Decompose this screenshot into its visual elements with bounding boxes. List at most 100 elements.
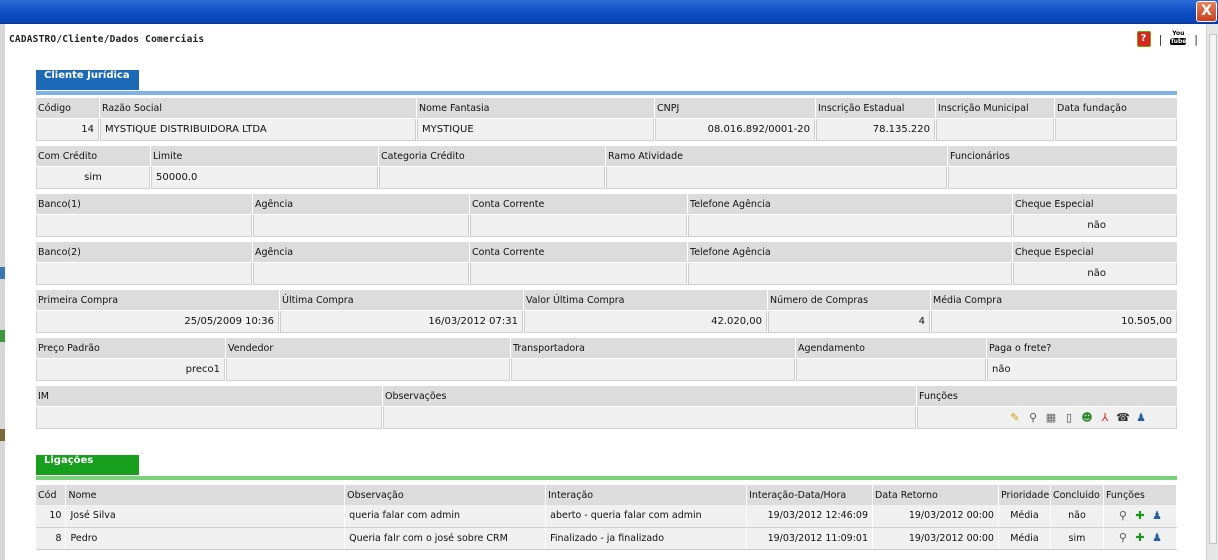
value-ramo-atividade (606, 167, 947, 189)
value-observacoes (383, 407, 916, 429)
value-preco-padrao: preco1 (36, 359, 225, 381)
field-categoria-credito: Categoria Crédito (379, 146, 606, 189)
table-header-row: Cód Nome Observação Interação Interação-… (36, 485, 1178, 505)
label-categoria-credito: Categoria Crédito (379, 146, 605, 167)
field-nome-fantasia: Nome Fantasia MYSTIQUE (417, 98, 655, 141)
scrollbar-thumb[interactable] (1209, 34, 1217, 544)
label-data-fundacao: Data fundação (1055, 98, 1177, 119)
label-agencia-2: Agência (253, 242, 469, 263)
field-row-observacoes: IM Observações Funções ✎ ⚲ ▦ ▯ ☻ ⅄ ☎ ♟ (36, 386, 1177, 429)
field-numero-compras: Número de Compras 4 (768, 290, 931, 333)
label-media-compra: Média Compra (931, 290, 1177, 311)
value-razao-social: MYSTIQUE DISTRIBUIDORA LTDA (100, 119, 416, 141)
magnifier-icon[interactable]: ⚲ (1116, 509, 1130, 523)
label-telefone-agencia-2: Telefone Agência (688, 242, 1012, 263)
field-razao-social: Razão Social MYSTIQUE DISTRIBUIDORA LTDA (100, 98, 417, 141)
separator: | (1158, 32, 1163, 46)
field-media-compra: Média Compra 10.505,00 (931, 290, 1177, 333)
field-preco-padrao: Preço Padrão preco1 (36, 338, 226, 381)
value-banco-1 (36, 215, 252, 237)
label-ramo-atividade: Ramo Atividade (606, 146, 947, 167)
section-title-ligacoes: Ligações (36, 455, 139, 475)
value-paga-frete: não (987, 359, 1177, 381)
section-title-cliente: Cliente Jurídica (36, 70, 139, 90)
cell-funcoes: ⚲ ✚ ♟ (1103, 505, 1178, 528)
cell-observacao: Queria falr com o josé sobre CRM (344, 527, 547, 550)
magnifier-icon[interactable]: ⚲ (1026, 411, 1040, 425)
user-icon[interactable]: ☻ (1080, 411, 1094, 425)
youtube-icon[interactable]: You Tube (1170, 30, 1186, 48)
field-funcionarios: Funcionários (948, 146, 1177, 189)
label-com-credito: Com Crédito (36, 146, 150, 167)
cell-cod: 8 (36, 527, 67, 550)
pencil-icon[interactable]: ✎ (1008, 411, 1022, 425)
label-funcionarios: Funcionários (948, 146, 1177, 167)
label-banco-2: Banco(2) (36, 242, 252, 263)
field-agencia-1: Agência (253, 194, 470, 237)
cell-nome: Pedro (65, 527, 346, 550)
field-valor-ultima-compra: Valor Última Compra 42.020,00 (524, 290, 768, 333)
field-agencia-2: Agência (253, 242, 470, 285)
value-data-fundacao (1055, 119, 1177, 141)
table-row[interactable]: 10 José Silva queria falar com admin abe… (36, 505, 1178, 528)
section-rule (36, 91, 1177, 95)
field-telefone-agencia-1: Telefone Agência (688, 194, 1013, 237)
label-cheque-especial-2: Cheque Especial (1013, 242, 1177, 263)
field-cheque-especial-1: Cheque Especial não (1013, 194, 1177, 237)
field-ramo-atividade: Ramo Atividade (606, 146, 948, 189)
table-row[interactable]: 8 Pedro Queria falr com o josé sobre CRM… (36, 527, 1178, 550)
field-telefone-agencia-2: Telefone Agência (688, 242, 1013, 285)
function-icons: ✎ ⚲ ▦ ▯ ☻ ⅄ ☎ ♟ (917, 407, 1177, 429)
label-telefone-agencia-1: Telefone Agência (688, 194, 1012, 215)
field-paga-frete: Paga o frete? não (987, 338, 1177, 381)
value-limite: 50000.0 (151, 167, 378, 189)
field-cnpj: CNPJ 08.016.892/0001-20 (655, 98, 816, 141)
phone-icon[interactable]: ☎ (1116, 411, 1130, 425)
cell-data-retorno: 19/03/2012 00:00 (872, 527, 999, 550)
field-row-banco-2: Banco(2) Agência Conta Corrente Telefone… (36, 242, 1177, 285)
users-icon[interactable]: ♟ (1150, 509, 1164, 523)
cell-cod: 10 (36, 505, 67, 528)
cell-funcoes: ⚲ ✚ ♟ (1103, 527, 1178, 550)
label-conta-1: Conta Corrente (470, 194, 687, 215)
label-preco-padrao: Preço Padrão (36, 338, 225, 359)
label-observacoes: Observações (383, 386, 916, 407)
window-title-bar: X (0, 0, 1218, 24)
value-cheque-especial-1: não (1013, 215, 1177, 237)
value-inscricao-estadual: 78.135.220 (816, 119, 935, 141)
cell-concluido: não (1050, 505, 1104, 528)
ligacoes-table: Cód Nome Observação Interação Interação-… (36, 485, 1178, 550)
field-agendamento: Agendamento (796, 338, 987, 381)
label-primeira-compra: Primeira Compra (36, 290, 279, 311)
value-cnpj: 08.016.892/0001-20 (655, 119, 815, 141)
field-conta-2: Conta Corrente (470, 242, 688, 285)
breadcrumb: CADASTRO/Cliente/Dados Comerciais (9, 34, 205, 45)
field-conta-1: Conta Corrente (470, 194, 688, 237)
users-icon[interactable]: ♟ (1134, 411, 1148, 425)
label-nome-fantasia: Nome Fantasia (417, 98, 654, 119)
value-agendamento (796, 359, 986, 381)
add-icon[interactable]: ✚ (1133, 531, 1147, 545)
value-funcionarios (948, 167, 1177, 189)
document-icon[interactable]: ▯ (1062, 411, 1076, 425)
value-primeira-compra: 25/05/2009 10:36 (36, 311, 279, 333)
column-header: Cód (36, 485, 67, 505)
window-close-button[interactable]: X (1196, 1, 1217, 22)
cell-interacao: aberto - queria falar com admin (545, 505, 748, 528)
value-banco-2 (36, 263, 252, 285)
vertical-scrollbar[interactable] (1206, 24, 1218, 560)
field-funcoes: Funções ✎ ⚲ ▦ ▯ ☻ ⅄ ☎ ♟ (917, 386, 1177, 429)
value-vendedor (226, 359, 510, 381)
column-header: Concluido (1050, 485, 1104, 505)
help-icon[interactable]: ? (1136, 31, 1151, 47)
field-cheque-especial-2: Cheque Especial não (1013, 242, 1177, 285)
label-razao-social: Razão Social (100, 98, 416, 119)
add-icon[interactable]: ✚ (1133, 509, 1147, 523)
magnifier-icon[interactable]: ⚲ (1116, 531, 1130, 545)
calculator-icon[interactable]: ▦ (1044, 411, 1058, 425)
users-icon[interactable]: ♟ (1150, 531, 1164, 545)
pdf-icon[interactable]: ⅄ (1098, 411, 1112, 425)
cell-observacao: queria falar com admin (344, 505, 547, 528)
separator: | (1194, 32, 1198, 46)
value-agencia-2 (253, 263, 469, 285)
